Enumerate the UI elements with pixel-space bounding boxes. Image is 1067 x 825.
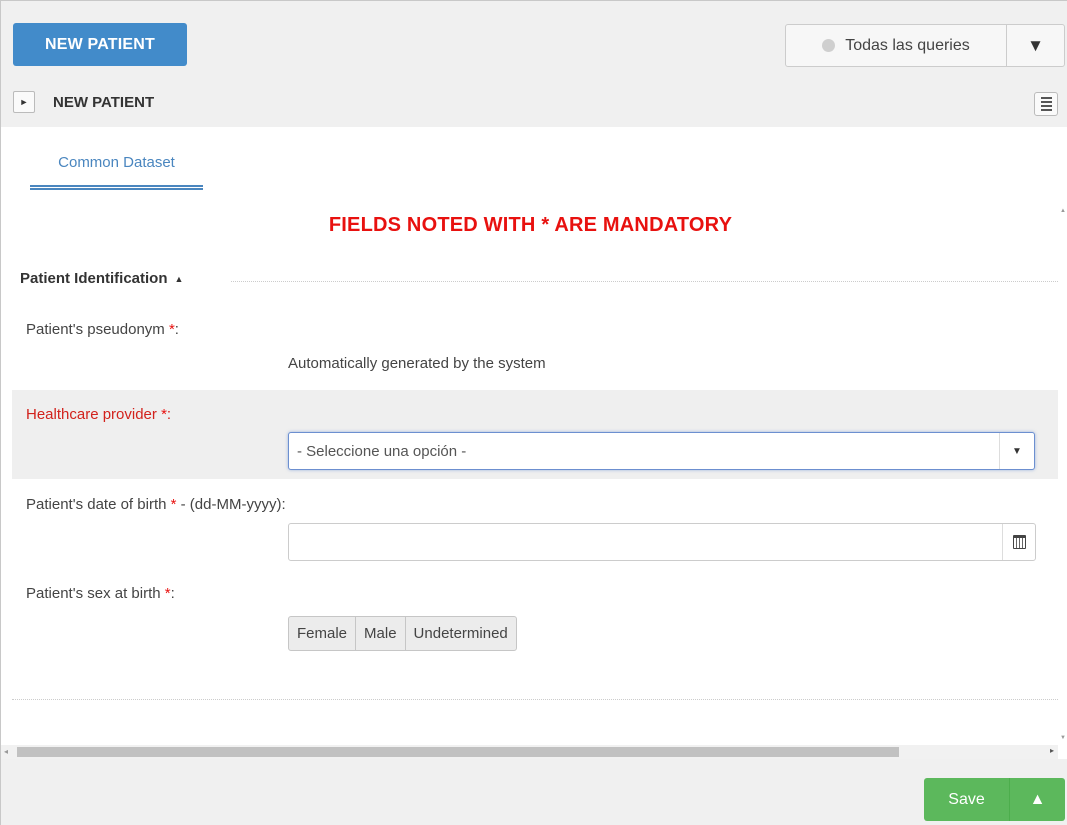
healthcare-provider-select[interactable]: - Seleccione una opción - ▼ bbox=[288, 432, 1035, 470]
header-bar: NEW PATIENT Todas las queries ▼ ► NEW PA… bbox=[1, 1, 1067, 127]
pseudonym-value: Automatically generated by the system bbox=[288, 355, 546, 372]
healthcare-provider-label: Healthcare provider *: bbox=[26, 406, 172, 423]
scroll-left-icon[interactable]: ◂ bbox=[4, 747, 8, 756]
option-female[interactable]: Female bbox=[289, 617, 357, 650]
chevron-down-icon[interactable]: ▼ bbox=[999, 433, 1034, 469]
date-of-birth-label: Patient's date of birth * - (dd-MM-yyyy)… bbox=[26, 496, 286, 513]
section-divider bbox=[12, 699, 1060, 700]
calendar-icon bbox=[1012, 535, 1026, 549]
section-title: NEW PATIENT bbox=[53, 93, 155, 111]
calendar-button[interactable] bbox=[1002, 524, 1035, 560]
form-content: FIELDS NOTED WITH * ARE MANDATORY Patien… bbox=[1, 200, 1061, 745]
save-button[interactable]: Save bbox=[924, 778, 1010, 821]
menu-lines-icon[interactable] bbox=[1034, 92, 1058, 116]
scroll-right-icon[interactable]: ▸ bbox=[1050, 746, 1054, 755]
scroll-up-icon[interactable]: ▲ bbox=[1060, 208, 1066, 214]
group-title: Patient Identification bbox=[20, 270, 168, 287]
group-divider bbox=[231, 281, 1060, 282]
footer-bar: Save ▲ bbox=[1, 759, 1067, 825]
collapse-caret-icon[interactable]: ▲ bbox=[175, 274, 184, 284]
tab-common-dataset[interactable]: Common Dataset bbox=[30, 146, 203, 190]
sex-at-birth-options: Female Male Undetermined bbox=[288, 616, 517, 651]
pseudonym-label: Patient's pseudonym *: bbox=[26, 321, 179, 338]
queries-filter: Todas las queries ▼ bbox=[785, 24, 1065, 67]
scroll-down-icon[interactable]: ▼ bbox=[1060, 735, 1066, 741]
option-male[interactable]: Male bbox=[356, 617, 406, 650]
chevron-up-icon[interactable]: ▲ bbox=[1010, 778, 1065, 821]
queries-button[interactable]: Todas las queries bbox=[786, 25, 1007, 66]
vertical-scrollbar[interactable]: ▲ ▼ bbox=[1058, 200, 1067, 745]
new-patient-button[interactable]: NEW PATIENT bbox=[13, 23, 187, 66]
date-of-birth-input[interactable] bbox=[289, 524, 1002, 560]
tab-active-indicator bbox=[30, 185, 203, 190]
sex-at-birth-label: Patient's sex at birth *: bbox=[26, 585, 175, 602]
save-button-group: Save ▲ bbox=[924, 778, 1065, 821]
mandatory-notice: FIELDS NOTED WITH * ARE MANDATORY bbox=[328, 214, 733, 236]
section-header: ► NEW PATIENT bbox=[13, 91, 154, 113]
scrollbar-thumb[interactable] bbox=[17, 747, 899, 757]
expand-toggle-icon[interactable]: ► bbox=[13, 91, 35, 113]
horizontal-scrollbar[interactable]: ◂ ▸ bbox=[1, 745, 1058, 759]
date-of-birth-field[interactable] bbox=[288, 523, 1036, 561]
group-header-patient-identification[interactable]: Patient Identification ▲ bbox=[20, 270, 183, 287]
select-value: - Seleccione una opción - bbox=[297, 442, 467, 460]
option-undetermined[interactable]: Undetermined bbox=[406, 617, 516, 650]
status-dot-icon bbox=[822, 39, 836, 52]
tab-label: Common Dataset bbox=[58, 154, 175, 171]
queries-dropdown-caret-icon[interactable]: ▼ bbox=[1007, 25, 1064, 66]
queries-label: Todas las queries bbox=[845, 36, 970, 54]
